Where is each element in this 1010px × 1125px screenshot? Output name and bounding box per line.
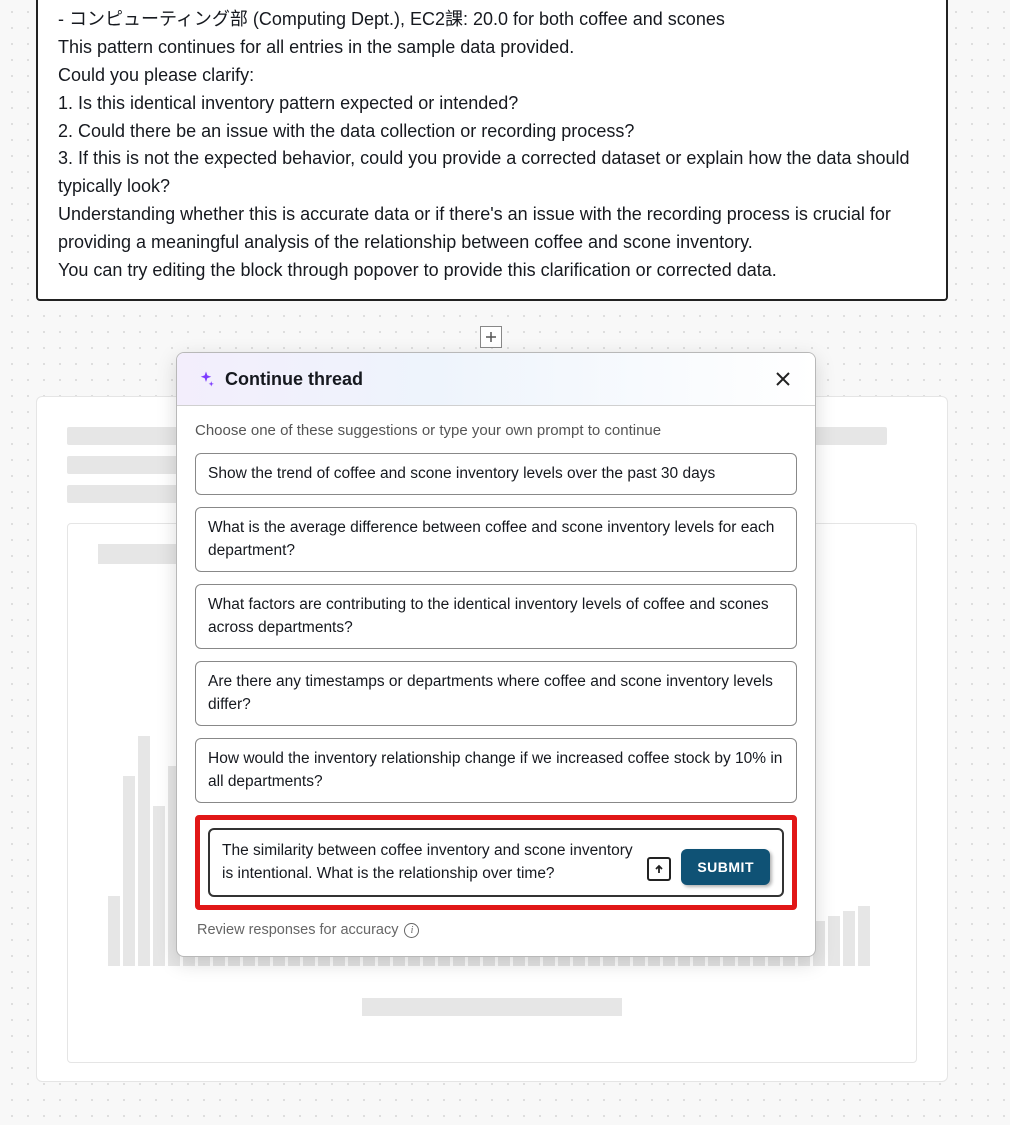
close-icon: [774, 370, 792, 388]
popover-body: Choose one of these suggestions or type …: [177, 406, 815, 956]
analysis-line: You can try editing the block through po…: [58, 257, 926, 285]
analysis-line: 3. If this is not the expected behavior,…: [58, 145, 926, 201]
expand-input-button[interactable]: [647, 857, 671, 881]
analysis-line: 2. Could there be an issue with the data…: [58, 118, 926, 146]
analysis-line: - コンピューティング部 (Computing Dept.), EC2課: 20…: [58, 6, 926, 34]
popover-title-text: Continue thread: [225, 369, 363, 390]
continue-thread-popover: Continue thread Choose one of these sugg…: [176, 352, 816, 957]
submit-button[interactable]: SUBMIT: [681, 849, 770, 885]
prompt-input-container: The similarity between coffee inventory …: [208, 828, 784, 897]
popover-title: Continue thread: [197, 369, 363, 390]
analysis-text-block: - コンピューティング部 (Computing Dept.), EC2課: 20…: [36, 0, 948, 301]
review-note: Review responses for accuracy i: [195, 922, 797, 938]
skeleton-bar: [123, 776, 135, 966]
close-button[interactable]: [771, 367, 795, 391]
skeleton-bar: [843, 911, 855, 966]
skeleton-bar: [108, 896, 120, 966]
analysis-line: Could you please clarify:: [58, 62, 926, 90]
expand-icon: [652, 862, 666, 876]
suggestion-item[interactable]: Show the trend of coffee and scone inven…: [195, 453, 797, 495]
prompt-input[interactable]: The similarity between coffee inventory …: [222, 840, 637, 885]
suggestion-item[interactable]: How would the inventory relationship cha…: [195, 738, 797, 803]
suggestion-item[interactable]: What factors are contributing to the ide…: [195, 584, 797, 649]
prompt-input-highlight: The similarity between coffee inventory …: [195, 815, 797, 910]
instruction-text: Choose one of these suggestions or type …: [195, 422, 797, 439]
suggestion-item[interactable]: Are there any timestamps or departments …: [195, 661, 797, 726]
analysis-line: This pattern continues for all entries i…: [58, 34, 926, 62]
popover-header: Continue thread: [177, 353, 815, 406]
review-note-text: Review responses for accuracy: [197, 922, 398, 938]
info-icon[interactable]: i: [404, 923, 419, 938]
add-block-button[interactable]: [480, 326, 502, 348]
skeleton-bar: [858, 906, 870, 966]
sparkle-icon: [197, 370, 215, 388]
plus-icon: [485, 331, 497, 343]
analysis-line: Understanding whether this is accurate d…: [58, 201, 926, 257]
skeleton-bar: [153, 806, 165, 966]
skeleton-bar: [828, 916, 840, 966]
analysis-line: 1. Is this identical inventory pattern e…: [58, 90, 926, 118]
skeleton-bar: [138, 736, 150, 966]
suggestion-item[interactable]: What is the average difference between c…: [195, 507, 797, 572]
skeleton-footer: [362, 998, 622, 1016]
